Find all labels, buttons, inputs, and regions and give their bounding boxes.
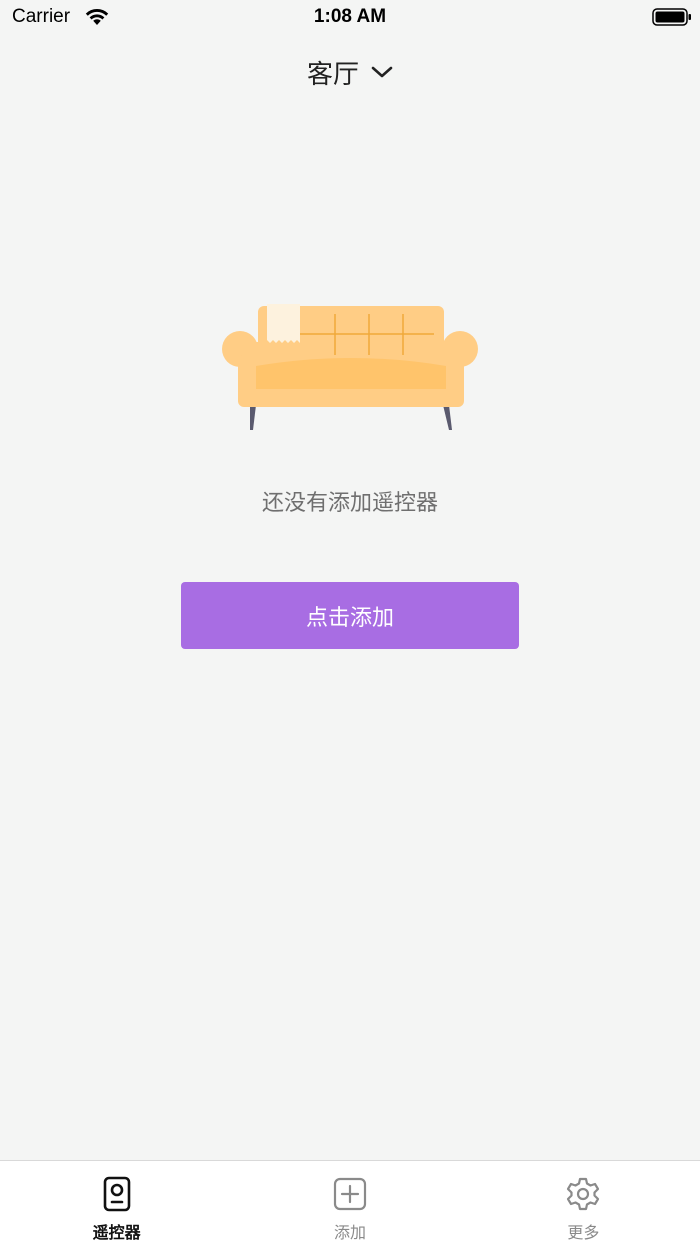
tab-remote-label: 遥控器 [92,1223,141,1242]
room-title: 客厅 [306,59,359,90]
battery-icon [652,8,691,26]
status-time: 1:08 AM [313,6,387,27]
add-remote-button[interactable]: 点击添加 [181,582,519,649]
tab-more[interactable]: 更多 [467,1161,700,1245]
tab-add[interactable]: 添加 [233,1161,466,1245]
tab-remote[interactable]: 遥控器 [0,1161,233,1245]
tab-more-label: 更多 [567,1223,600,1242]
room-selector[interactable]: 客厅 [307,54,393,91]
status-bar: Carrier 1:08 AM [0,0,700,40]
gear-icon [567,1177,600,1211]
chevron-down-icon [371,66,393,78]
remote-icon [103,1176,130,1212]
tab-bar: 遥控器 添加 更多 [0,1160,700,1245]
tab-add-label: 添加 [333,1223,366,1242]
sofa-icon [222,304,478,430]
add-square-icon [333,1177,367,1211]
sofa-illustration [220,300,482,435]
empty-state-message: 还没有添加遥控器 [261,491,438,516]
title-bar: 客厅 [0,50,700,94]
